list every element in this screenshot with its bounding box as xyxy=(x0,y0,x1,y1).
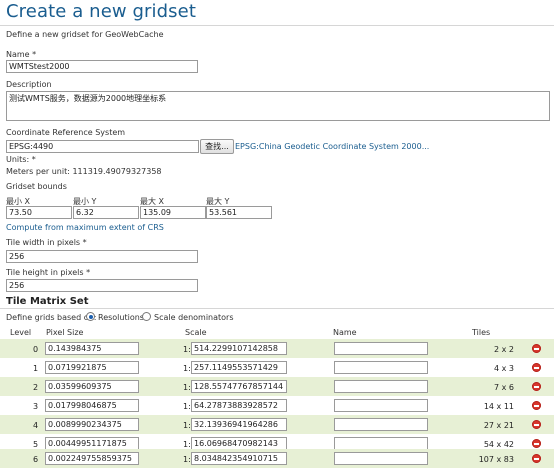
tile-height-label: Tile height in pixels * xyxy=(6,268,91,277)
name-header: Name xyxy=(333,328,357,337)
level-header: Level xyxy=(10,328,32,337)
tiles-cell: 14 x 11 xyxy=(483,402,514,411)
scale-input[interactable]: 514.2299107142858 xyxy=(191,342,287,355)
crs-description-link[interactable]: EPSG:China Geodetic Coordinate System 20… xyxy=(235,142,429,151)
max-x-input[interactable]: 135.09 xyxy=(140,206,206,219)
title-divider xyxy=(0,25,554,26)
pixel-size-input[interactable]: 0.002249755859375 xyxy=(45,452,139,465)
tiles-cell: 4 x 3 xyxy=(494,364,514,373)
name-input[interactable] xyxy=(334,380,428,393)
min-y-input[interactable]: 6.32 xyxy=(73,206,139,219)
level-cell: 3 xyxy=(33,402,39,411)
tiles-cell: 107 x 83 xyxy=(478,455,514,464)
table-row: 3 0.017998046875 1: 64.27873883928572 14… xyxy=(0,396,554,415)
table-row: 1 0.0719921875 1: 257.1149553571429 4 x … xyxy=(0,358,554,377)
pixel-size-input[interactable]: 0.0089990234375 xyxy=(45,418,139,431)
level-cell: 1 xyxy=(33,364,39,373)
remove-icon[interactable] xyxy=(532,344,541,353)
units-label: Units: * xyxy=(6,155,36,164)
tile-width-input[interactable]: 256 xyxy=(6,250,198,263)
scale-header: Scale xyxy=(185,328,207,337)
name-input[interactable]: WMTStest2000 xyxy=(6,60,198,73)
scale-denominators-radio[interactable] xyxy=(142,312,151,321)
scale-prefix: 1: xyxy=(183,455,191,464)
find-crs-button[interactable]: 查找... xyxy=(200,139,234,154)
max-y-input[interactable]: 53.561 xyxy=(206,206,272,219)
tile-height-input[interactable]: 256 xyxy=(6,279,198,292)
scale-input[interactable]: 64.27873883928572 xyxy=(191,399,287,412)
table-row: 0 0.143984375 1: 514.2299107142858 2 x 2 xyxy=(0,339,554,358)
table-row: 6 0.002249755859375 1: 8.034842354910715… xyxy=(0,449,554,468)
name-label: Name * xyxy=(6,50,37,59)
scale-input[interactable]: 32.13936941964286 xyxy=(191,418,287,431)
compute-extent-link[interactable]: Compute from maximum extent of CRS xyxy=(6,223,164,232)
tiles-header: Tiles xyxy=(472,328,491,337)
remove-icon[interactable] xyxy=(532,420,541,429)
name-input[interactable] xyxy=(334,418,428,431)
scale-input[interactable]: 8.034842354910715 xyxy=(191,452,287,465)
crs-input[interactable]: EPSG:4490 xyxy=(6,140,199,153)
section-divider xyxy=(0,308,554,309)
remove-icon[interactable] xyxy=(532,382,541,391)
level-cell: 0 xyxy=(33,345,39,354)
name-input[interactable] xyxy=(334,399,428,412)
level-cell: 2 xyxy=(33,383,39,392)
level-cell: 4 xyxy=(33,421,39,430)
gridset-page: Create a new gridset Define a new gridse… xyxy=(0,0,554,468)
scale-prefix: 1: xyxy=(183,421,191,430)
name-input[interactable] xyxy=(334,361,428,374)
tile-width-label: Tile width in pixels * xyxy=(6,238,87,247)
pixel-size-header: Pixel Size xyxy=(46,328,84,337)
scale-prefix: 1: xyxy=(183,402,191,411)
scale-prefix: 1: xyxy=(183,440,191,449)
name-input[interactable] xyxy=(334,452,428,465)
crs-label: Coordinate Reference System xyxy=(6,128,126,137)
bounds-label: Gridset bounds xyxy=(6,182,67,191)
pixel-size-input[interactable]: 0.017998046875 xyxy=(45,399,139,412)
level-cell: 5 xyxy=(33,440,39,449)
table-row: 4 0.0089990234375 1: 32.13936941964286 2… xyxy=(0,415,554,434)
remove-icon[interactable] xyxy=(532,363,541,372)
pixel-size-input[interactable]: 0.0719921875 xyxy=(45,361,139,374)
min-x-input[interactable]: 73.50 xyxy=(6,206,72,219)
tiles-cell: 54 x 42 xyxy=(483,440,514,449)
scale-denominators-label: Scale denominators xyxy=(154,313,234,322)
tile-matrix-title: Tile Matrix Set xyxy=(6,296,89,307)
description-textarea[interactable]: 测试WMTS服务，数据源为2000地理坐标系 xyxy=(6,91,550,121)
meters-per-unit: Meters per unit: 111319.49079327358 xyxy=(6,167,162,176)
resolutions-label: Resolutions xyxy=(98,313,144,322)
scale-input[interactable]: 257.1149553571429 xyxy=(191,361,287,374)
name-input[interactable] xyxy=(334,342,428,355)
scale-prefix: 1: xyxy=(183,345,191,354)
define-grids-label: Define grids based on: xyxy=(6,313,97,322)
table-row: 2 0.03599609375 1: 128.55747767857144 7 … xyxy=(0,377,554,396)
remove-icon[interactable] xyxy=(532,401,541,410)
pixel-size-input[interactable]: 0.143984375 xyxy=(45,342,139,355)
tiles-cell: 2 x 2 xyxy=(494,345,514,354)
tiles-cell: 27 x 21 xyxy=(483,421,514,430)
page-title: Create a new gridset xyxy=(6,1,196,22)
scale-prefix: 1: xyxy=(183,364,191,373)
description-label: Description xyxy=(6,80,52,89)
level-cell: 6 xyxy=(33,455,39,464)
scale-input[interactable]: 128.55747767857144 xyxy=(191,380,287,393)
pixel-size-input[interactable]: 0.03599609375 xyxy=(45,380,139,393)
remove-icon[interactable] xyxy=(532,439,541,448)
page-subtitle: Define a new gridset for GeoWebCache xyxy=(6,30,164,39)
tiles-cell: 7 x 6 xyxy=(494,383,514,392)
resolutions-radio[interactable] xyxy=(86,312,95,321)
scale-prefix: 1: xyxy=(183,383,191,392)
remove-icon[interactable] xyxy=(532,454,541,463)
